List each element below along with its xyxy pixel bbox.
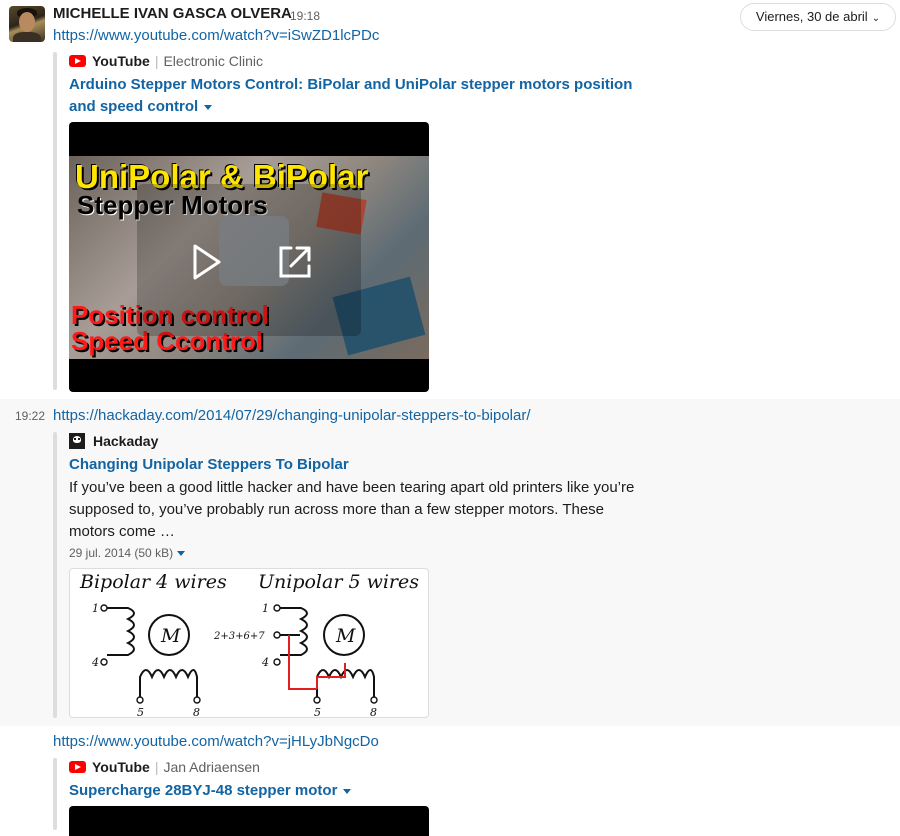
- service-name-3: YouTube: [92, 759, 150, 775]
- motor-label: M: [160, 625, 181, 647]
- attachment-bar-3: [53, 758, 57, 830]
- pin-label: 4: [261, 656, 269, 669]
- attachment-title[interactable]: Arduino Stepper Motors Control: BiPolar …: [69, 74, 639, 118]
- service-author[interactable]: Electronic Clinic: [163, 53, 263, 69]
- video-overlay: [137, 184, 361, 336]
- play-icon[interactable]: [183, 240, 227, 284]
- attachment-description: If you’ve been a good little hacker and …: [69, 479, 635, 540]
- external-link-icon[interactable]: [273, 240, 317, 284]
- stepper-diagram-image[interactable]: Bipolar 4 wires Unipolar 5 wires 1 4 M 5…: [69, 568, 429, 718]
- attachment-title-2[interactable]: Changing Unipolar Steppers To Bipolar: [69, 454, 349, 476]
- sender-avatar[interactable]: [9, 6, 45, 42]
- pin-label: 5: [314, 706, 321, 718]
- date-divider-button[interactable]: Viernes, 30 de abril ⌄: [740, 3, 896, 31]
- pin-label: 8: [193, 706, 200, 718]
- pin-label: 1: [92, 602, 99, 615]
- caret-down-icon[interactable]: [204, 104, 213, 110]
- motor-label: M: [335, 625, 356, 647]
- attachment-service-3: YouTube | Jan Adriaensen: [69, 759, 260, 775]
- unipolar-diagram: 1 2+3+6+7 4 M 5 8: [213, 602, 378, 718]
- pin-label: 4: [91, 656, 99, 669]
- youtube-icon: [69, 761, 86, 773]
- message-link-youtube-2[interactable]: https://www.youtube.com/watch?v=jHLyJbNg…: [53, 733, 379, 750]
- service-author-3[interactable]: Jan Adriaensen: [163, 759, 260, 775]
- separator: |: [154, 53, 159, 69]
- caret-down-icon-3[interactable]: [343, 788, 352, 794]
- diagram-title-left: Bipolar 4 wires: [79, 571, 227, 593]
- video-embed-2[interactable]: [69, 806, 429, 836]
- pin-label: 5: [137, 706, 144, 718]
- pin-label: 2+3+6+7: [213, 631, 265, 642]
- message-timestamp[interactable]: 19:18: [290, 9, 320, 23]
- pin-label: 1: [262, 602, 269, 615]
- bipolar-diagram: 1 4 M 5 8: [91, 602, 201, 718]
- date-label: Viernes, 30 de abril: [755, 9, 868, 24]
- chevron-down-icon: ⌄: [871, 13, 881, 24]
- diagram-title-right: Unipolar 5 wires: [258, 571, 419, 593]
- attachment-bar: [53, 52, 57, 390]
- hackaday-icon: [69, 433, 85, 449]
- attachment-title-3[interactable]: Supercharge 28BYJ-48 stepper motor: [69, 780, 352, 802]
- attachment-service-2: Hackaday: [69, 433, 158, 449]
- message-timestamp-2[interactable]: 19:22: [15, 409, 45, 423]
- message-link-youtube-1[interactable]: https://www.youtube.com/watch?v=iSwZD1lc…: [53, 27, 379, 44]
- caret-down-icon-2[interactable]: [177, 551, 186, 557]
- attachment-meta: 29 jul. 2014 (50 kB): [69, 546, 186, 560]
- pin-label: 8: [370, 706, 377, 718]
- video-embed[interactable]: UniPolar & BiPolar Stepper Motors Positi…: [69, 122, 429, 392]
- youtube-icon: [69, 55, 86, 67]
- attachment-service: YouTube | Electronic Clinic: [69, 53, 263, 69]
- sender-name[interactable]: MICHELLE IVAN GASCA OLVERA: [53, 5, 292, 22]
- separator: |: [154, 759, 159, 775]
- service-name-2: Hackaday: [93, 433, 159, 449]
- message-link-hackaday[interactable]: https://hackaday.com/2014/07/29/changing…: [53, 407, 531, 424]
- attachment-title-text-3[interactable]: Supercharge 28BYJ-48 stepper motor: [69, 782, 337, 799]
- attachment-meta-text: 29 jul. 2014 (50 kB): [69, 546, 174, 560]
- service-name: YouTube: [92, 53, 150, 69]
- attachment-title-text[interactable]: Arduino Stepper Motors Control: BiPolar …: [69, 76, 632, 115]
- attachment-bar-2: [53, 432, 57, 718]
